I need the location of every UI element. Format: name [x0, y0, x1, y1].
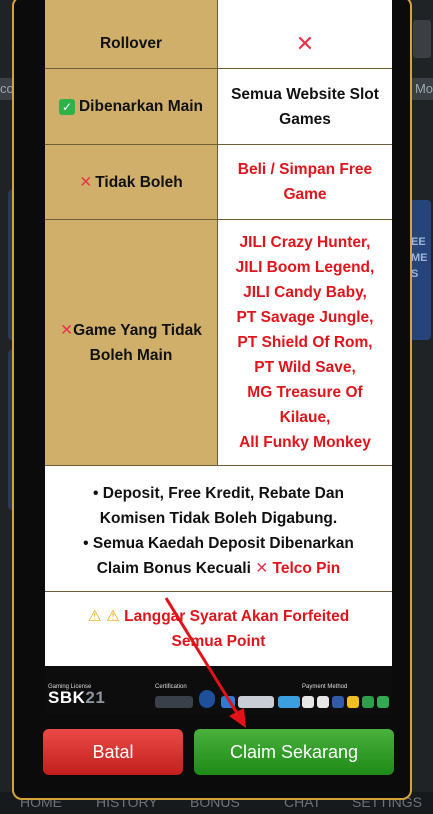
annotation-arrow-icon: [164, 597, 246, 728]
